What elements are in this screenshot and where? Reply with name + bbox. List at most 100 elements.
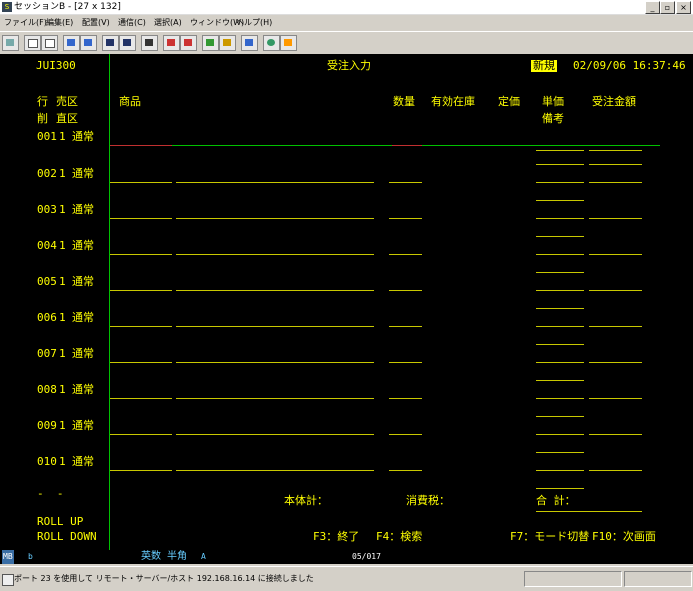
unit-price-field[interactable] [536,290,584,291]
row-no[interactable]: 004 [37,240,57,252]
unit-price-field[interactable] [536,182,584,183]
row-no[interactable]: 001 [37,131,57,143]
print-screen-icon[interactable] [2,35,19,51]
unit-price-field[interactable] [536,398,584,399]
color-icon[interactable] [219,35,236,51]
row-code[interactable]: 1 [59,384,66,396]
amount-field[interactable] [589,434,642,435]
product-name-field[interactable] [176,470,374,471]
row-no[interactable]: 006 [37,312,57,324]
amount-field[interactable] [589,398,642,399]
remarks-field[interactable] [536,200,584,201]
row-no[interactable]: 005 [37,276,57,288]
remarks-field[interactable] [536,380,584,381]
quantity-field[interactable] [389,182,422,183]
product-name-field[interactable] [176,434,374,435]
row-code[interactable]: 1 [59,312,66,324]
product-code-field[interactable] [110,398,172,399]
keypad-icon[interactable] [119,35,136,51]
quantity-field[interactable] [389,218,422,219]
menu-file[interactable]: ファイル(F) [4,15,47,30]
row-no[interactable]: 003 [37,204,57,216]
remarks-field[interactable] [536,308,584,309]
product-code-field[interactable] [110,218,172,219]
amount-field-2[interactable] [589,164,642,165]
menu-edit[interactable]: 編集(E) [46,15,73,30]
unit-price-field[interactable] [536,254,584,255]
total-field[interactable] [536,511,642,512]
remarks-field[interactable] [536,344,584,345]
product-name-field[interactable] [176,362,374,363]
unit-price-field[interactable] [536,326,584,327]
display-icon[interactable] [102,35,119,51]
row-code[interactable]: 1 [59,276,66,288]
play-icon[interactable] [202,35,219,51]
product-code-field[interactable] [110,290,172,291]
product-name-field[interactable] [176,218,374,219]
menu-communication[interactable]: 通信(C) [118,15,146,30]
product-name-field[interactable] [176,254,374,255]
amount-field[interactable] [589,290,642,291]
product-name-field[interactable] [176,290,374,291]
f3-key[interactable]: F3：終了 [313,531,359,543]
stop-icon[interactable] [180,35,197,51]
remarks-field[interactable] [536,164,584,165]
unit-price-field[interactable] [536,150,584,151]
maximize-button[interactable]: ▫ [660,1,675,14]
product-code-field[interactable] [110,434,172,435]
send-icon[interactable] [63,35,80,51]
copy-icon[interactable] [24,35,41,51]
macro-icon[interactable] [141,35,158,51]
menu-select[interactable]: 選択(A) [154,15,182,30]
unit-price-field[interactable] [536,470,584,471]
remarks-field[interactable] [536,272,584,273]
quantity-field[interactable] [389,470,422,471]
row-code[interactable]: 1 [59,204,66,216]
row-no[interactable]: 008 [37,384,57,396]
f4-key[interactable]: F4：検索 [376,531,422,543]
f10-key[interactable]: F10：次画面 [592,531,656,543]
product-code-field[interactable] [110,182,172,183]
amount-field[interactable] [589,362,642,363]
quantity-field[interactable] [389,290,422,291]
unit-price-field[interactable] [536,362,584,363]
amount-field[interactable] [589,254,642,255]
menu-arrange[interactable]: 配置(V) [82,15,110,30]
row-code[interactable]: 1 [59,131,66,143]
remarks-field[interactable] [536,452,584,453]
amount-field[interactable] [589,470,642,471]
row-no[interactable]: 007 [37,348,57,360]
f7-key[interactable]: F7：モード切替 [510,531,589,543]
close-button[interactable]: × [676,1,691,14]
product-code-field[interactable] [110,254,172,255]
row-no[interactable]: 009 [37,420,57,432]
product-name-field[interactable] [176,182,374,183]
roll-down-key[interactable]: ROLL DOWN [37,531,97,543]
product-name-field[interactable] [176,326,374,327]
row-code[interactable]: 1 [59,168,66,180]
menu-help[interactable]: ヘルプ(H) [236,15,272,30]
product-code-field[interactable] [110,326,172,327]
row-no[interactable]: 002 [37,168,57,180]
product-code-field[interactable] [110,362,172,363]
row-code[interactable]: 1 [59,348,66,360]
edit-icon[interactable] [280,35,297,51]
amount-field[interactable] [589,150,642,151]
globe-icon[interactable] [263,35,280,51]
minimize-button[interactable]: _ [645,1,660,14]
row-no[interactable]: 010 [37,456,57,468]
remarks-field[interactable] [536,488,584,489]
unit-price-field[interactable] [536,218,584,219]
amount-field[interactable] [589,182,642,183]
remarks-field[interactable] [536,416,584,417]
quantity-field[interactable] [389,326,422,327]
row-code[interactable]: 1 [59,420,66,432]
remarks-field[interactable] [536,236,584,237]
terminal-screen[interactable]: JUI300 受注入力 新規 02/09/06 16:37:46 行 売区 削 … [0,54,693,550]
product-code-field[interactable] [110,470,172,471]
help-icon[interactable] [241,35,258,51]
unit-price-field[interactable] [536,434,584,435]
roll-up-key[interactable]: ROLL UP [37,516,83,528]
quantity-field[interactable] [389,254,422,255]
quantity-field[interactable] [389,398,422,399]
